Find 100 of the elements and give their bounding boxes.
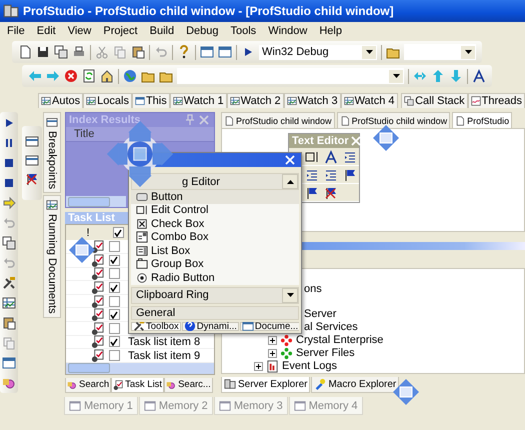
menu-item[interactable]: Project	[98, 24, 143, 38]
document-tab[interactable]: ProfStudio child window	[336, 112, 450, 128]
toolbox-item[interactable]: Radio Button	[131, 271, 299, 284]
indent-icon[interactable]	[324, 168, 338, 182]
panel-tab[interactable]: Search	[65, 378, 112, 393]
document-tab[interactable]: ProfStudio	[452, 112, 512, 128]
cut-icon[interactable]	[95, 45, 109, 59]
save-icon[interactable]	[36, 45, 50, 59]
address-field[interactable]	[177, 68, 404, 84]
stop-icon[interactable]	[64, 69, 78, 83]
menu-item[interactable]: Window	[263, 24, 312, 38]
document-tab[interactable]: ProfStudio child window	[221, 112, 335, 128]
scroll-up-button[interactable]	[282, 174, 298, 189]
tree-item[interactable]: Event Logs	[282, 360, 338, 372]
save-all-icon[interactable]	[54, 45, 68, 59]
tree-item[interactable]: Crystal Enterprise	[296, 334, 384, 346]
debug-tab[interactable]: This	[132, 93, 170, 108]
tree-item[interactable]: Server	[304, 308, 336, 320]
font-icon[interactable]	[324, 150, 338, 164]
checkbox-header[interactable]	[112, 227, 124, 238]
checkbox[interactable]	[108, 268, 120, 280]
toolbox-tab[interactable]: Docume...	[240, 322, 299, 331]
menu-item[interactable]: View	[62, 24, 96, 38]
close-icon[interactable]	[283, 153, 297, 167]
debug-tab[interactable]: Watch 1	[170, 93, 227, 108]
debug-tool-icon[interactable]	[2, 296, 16, 310]
toolbox-item[interactable]: Group Box	[131, 258, 299, 271]
debug-tab[interactable]: Watch 4	[340, 93, 398, 108]
tree-item[interactable]: al Services	[304, 321, 358, 334]
flag-icon[interactable]	[305, 186, 319, 200]
expand-toggle[interactable]	[254, 362, 263, 371]
menu-item[interactable]: Help	[314, 24, 347, 38]
home-icon[interactable]	[100, 69, 114, 83]
globe-icon[interactable]	[123, 69, 137, 83]
debug-tool-icon[interactable]	[2, 276, 16, 290]
horizontal-scrollbar[interactable]	[66, 196, 126, 208]
side-tab[interactable]: Breakpoints	[43, 112, 61, 194]
help-icon[interactable]	[177, 45, 191, 59]
side-tab[interactable]: Running Documents	[43, 195, 61, 318]
menu-item[interactable]: Edit	[32, 24, 61, 38]
flag-icon[interactable]	[343, 168, 357, 182]
menu-item[interactable]: Build	[144, 24, 180, 38]
menu-item[interactable]: Debug	[181, 24, 224, 38]
delete-flag-icon[interactable]	[324, 186, 338, 200]
panel-tab[interactable]: Server Explorer	[221, 376, 310, 394]
group-header[interactable]: g Editor	[182, 176, 220, 188]
toolbar-title: Text Editor	[292, 135, 349, 147]
menu-item[interactable]: File	[2, 24, 30, 38]
checkbox[interactable]	[108, 296, 120, 307]
column-header[interactable]: Title	[74, 128, 94, 140]
panel-tab[interactable]: Task List	[111, 378, 164, 393]
debug-tool-icon[interactable]	[2, 376, 16, 390]
debug-tool-icon[interactable]	[2, 156, 16, 170]
panel-tab[interactable]: Macro Explorer	[311, 376, 400, 394]
wave-icon	[470, 96, 481, 106]
checkbox[interactable]	[108, 254, 120, 266]
paste-icon[interactable]	[131, 45, 145, 59]
checkbox[interactable]	[108, 322, 120, 334]
dots-icon	[280, 346, 293, 360]
checkbox[interactable]	[108, 336, 120, 348]
servers-icon	[224, 378, 236, 390]
toolbox-tab[interactable]: Toolbox	[131, 322, 181, 331]
toolbox-tab[interactable]: Dynami...	[182, 322, 239, 331]
debug-tool-icon[interactable]	[2, 236, 16, 250]
debug-tab[interactable]: Locals	[83, 93, 132, 108]
debug-tool-icon[interactable]	[2, 316, 16, 330]
new-file-icon[interactable]	[18, 45, 32, 59]
dock-arrow-icon[interactable]	[68, 236, 96, 264]
indent-icon[interactable]	[343, 150, 357, 164]
debug-tool-icon[interactable]	[2, 196, 16, 210]
debug-tab[interactable]: Watch 2	[226, 93, 284, 108]
debug-tool-icon[interactable]	[2, 176, 16, 190]
tree-item[interactable]: Server Files	[296, 347, 355, 360]
debug-tab[interactable]: Watch 3	[284, 93, 341, 108]
refresh-icon[interactable]	[82, 69, 96, 83]
font-icon[interactable]	[472, 69, 486, 83]
configuration-dropdown[interactable]: Win32 Debug	[259, 44, 377, 60]
expand-toggle[interactable]	[268, 348, 277, 358]
toolbox-item[interactable]: List Box	[131, 244, 299, 258]
scroll-down-button[interactable]	[282, 288, 298, 302]
print-icon[interactable]	[72, 45, 86, 59]
debug-tab[interactable]: Threads	[468, 93, 525, 108]
debug-tab[interactable]: Autos	[38, 93, 84, 108]
horizontal-scrollbar[interactable]	[66, 362, 214, 374]
task-icon	[113, 380, 124, 390]
memory-window-icon	[294, 400, 306, 412]
checkbox[interactable]	[108, 350, 120, 362]
expand-toggle[interactable]	[268, 336, 277, 345]
checkbox[interactable]	[108, 241, 120, 252]
column-header[interactable]: !	[66, 226, 110, 239]
menu-item[interactable]: Tools	[226, 24, 262, 38]
checkbox[interactable]	[108, 282, 120, 294]
toolbox-item[interactable]: Button	[131, 190, 299, 204]
indent-icon[interactable]	[305, 168, 319, 182]
checkbox[interactable]	[108, 309, 120, 320]
tree-item[interactable]: ons	[304, 283, 322, 296]
debug-tab[interactable]: Call Stack	[401, 93, 468, 108]
debug-tool-icon[interactable]	[2, 356, 16, 370]
toolbox-item[interactable]: Combo Box	[131, 230, 299, 244]
panel-tab[interactable]: Searc...	[164, 378, 213, 393]
